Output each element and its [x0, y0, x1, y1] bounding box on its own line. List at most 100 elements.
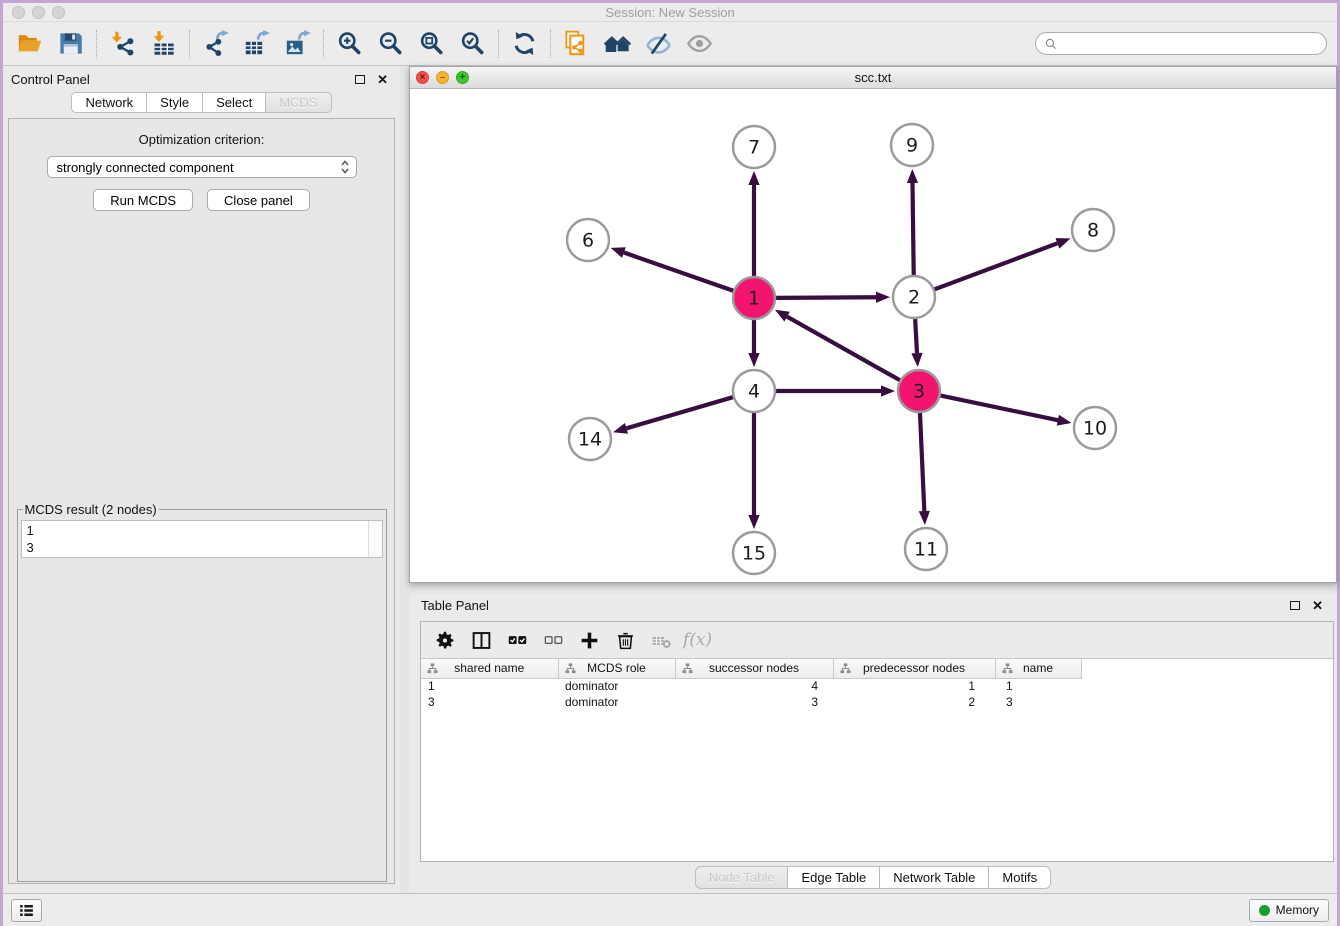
- edge-3-1[interactable]: [775, 310, 900, 380]
- edge-2-3[interactable]: [911, 319, 922, 367]
- hide-selected-button[interactable]: [638, 26, 679, 62]
- float-table-panel-icon[interactable]: [1290, 601, 1300, 610]
- maximize-network-button[interactable]: [456, 71, 469, 84]
- edge-2-8[interactable]: [935, 238, 1071, 289]
- table-row[interactable]: 1dominator411: [421, 678, 1333, 694]
- table-cell[interactable]: 2: [833, 694, 995, 710]
- close-panel-button[interactable]: Close panel: [207, 189, 310, 211]
- node-6[interactable]: 6: [567, 219, 609, 261]
- minimize-network-button[interactable]: [436, 71, 449, 84]
- column-header-shared-name[interactable]: shared name: [421, 659, 558, 678]
- toolbar-separator: [498, 30, 499, 58]
- tab-mcds[interactable]: MCDS: [265, 92, 331, 113]
- edge-2-9[interactable]: [907, 169, 918, 275]
- node-14[interactable]: 14: [569, 418, 611, 460]
- window-titlebar: Session: New Session: [3, 3, 1337, 22]
- table-cell[interactable]: dominator: [558, 678, 675, 694]
- node-11[interactable]: 11: [905, 528, 947, 570]
- column-header-successor-nodes[interactable]: successor nodes: [675, 659, 833, 678]
- close-table-panel-icon[interactable]: [1312, 600, 1323, 611]
- column-header-name[interactable]: name: [995, 659, 1081, 678]
- tab-style[interactable]: Style: [146, 92, 202, 113]
- edge-3-10[interactable]: [941, 396, 1072, 426]
- table-cell[interactable]: 1: [995, 678, 1081, 694]
- search-box[interactable]: [1035, 32, 1327, 55]
- export-network-button[interactable]: [195, 26, 236, 62]
- edge-4-15[interactable]: [748, 413, 759, 529]
- zoom-fit-button[interactable]: [411, 26, 452, 62]
- horizontal-splitter[interactable]: [409, 583, 1337, 593]
- node-7[interactable]: 7: [733, 126, 775, 168]
- zoom-in-button[interactable]: [329, 26, 370, 62]
- panel-splitter[interactable]: [400, 66, 409, 893]
- import-table-button[interactable]: [143, 26, 184, 62]
- node-4[interactable]: 4: [733, 370, 775, 412]
- import-network-button[interactable]: [102, 26, 143, 62]
- node-10[interactable]: 10: [1074, 407, 1116, 449]
- new-network-from-selection-button[interactable]: [556, 26, 597, 62]
- run-mcds-button[interactable]: Run MCDS: [93, 189, 193, 211]
- criterion-select[interactable]: strongly connected component: [47, 156, 357, 178]
- add-column-button[interactable]: [575, 627, 604, 654]
- function-builder-button[interactable]: f(x): [683, 627, 712, 654]
- mcds-result-item[interactable]: 3: [27, 539, 377, 556]
- table-row[interactable]: 3dominator323: [421, 694, 1333, 710]
- unselect-all-columns-button[interactable]: [539, 627, 568, 654]
- table-cell[interactable]: 4: [675, 678, 833, 694]
- delete-table-button[interactable]: [647, 627, 676, 654]
- select-all-columns-button[interactable]: [503, 627, 532, 654]
- open-file-button[interactable]: [9, 26, 50, 62]
- tab-network-table[interactable]: Network Table: [879, 866, 988, 889]
- tab-node-table[interactable]: Node Table: [695, 866, 788, 889]
- node-15[interactable]: 15: [733, 532, 775, 574]
- node-1[interactable]: 1: [733, 277, 775, 319]
- edge-1-2[interactable]: [776, 292, 890, 303]
- node-label: 15: [742, 543, 766, 565]
- mcds-result-list[interactable]: 13: [21, 520, 383, 558]
- export-image-button[interactable]: [277, 26, 318, 62]
- edge-4-14[interactable]: [613, 397, 733, 434]
- split-panel-button[interactable]: [467, 627, 496, 654]
- network-window-titlebar: scc.txt: [410, 67, 1336, 89]
- close-network-button[interactable]: [416, 71, 429, 84]
- column-header-MCDS-role[interactable]: MCDS role: [558, 659, 675, 678]
- search-input[interactable]: [1063, 36, 1318, 51]
- hierarchy-icon: [565, 663, 576, 674]
- first-neighbors-button[interactable]: [597, 26, 638, 62]
- node-2[interactable]: 2: [893, 276, 935, 318]
- zoom-selected-button[interactable]: [452, 26, 493, 62]
- table-cell[interactable]: 1: [833, 678, 995, 694]
- table-cell[interactable]: 3: [421, 694, 558, 710]
- table-cell[interactable]: 1: [421, 678, 558, 694]
- column-header-predecessor-nodes[interactable]: predecessor nodes: [833, 659, 995, 678]
- tab-select[interactable]: Select: [202, 92, 265, 113]
- mcds-result-item[interactable]: 1: [27, 522, 377, 539]
- zoom-out-button[interactable]: [370, 26, 411, 62]
- show-panels-button[interactable]: [11, 899, 42, 922]
- node-8[interactable]: 8: [1072, 209, 1114, 251]
- close-control-panel-icon[interactable]: [377, 74, 388, 85]
- node-3[interactable]: 3: [898, 370, 940, 412]
- delete-columns-button[interactable]: [611, 627, 640, 654]
- memory-button[interactable]: Memory: [1249, 899, 1329, 922]
- table-cell[interactable]: 3: [675, 694, 833, 710]
- tab-network[interactable]: Network: [71, 92, 146, 113]
- refresh-network-button[interactable]: [504, 26, 545, 62]
- save-session-button[interactable]: [50, 26, 91, 62]
- network-window-title: scc.txt: [410, 70, 1336, 85]
- edge-4-3[interactable]: [776, 385, 895, 396]
- edge-1-6[interactable]: [611, 247, 734, 290]
- table-cell[interactable]: dominator: [558, 694, 675, 710]
- table-cell[interactable]: 3: [995, 694, 1081, 710]
- tab-motifs[interactable]: Motifs: [988, 866, 1051, 889]
- tab-edge-table[interactable]: Edge Table: [787, 866, 879, 889]
- network-canvas[interactable]: 7 9 6 8 1 2 4 3 14 10 15 11: [410, 89, 1336, 582]
- node-9[interactable]: 9: [891, 124, 933, 166]
- settings-button[interactable]: [431, 627, 460, 654]
- edge-1-4[interactable]: [748, 320, 759, 367]
- export-table-button[interactable]: [236, 26, 277, 62]
- show-all-button[interactable]: [679, 26, 720, 62]
- edge-1-7[interactable]: [748, 171, 759, 276]
- edge-3-11[interactable]: [919, 413, 930, 525]
- float-panel-icon[interactable]: [355, 75, 365, 84]
